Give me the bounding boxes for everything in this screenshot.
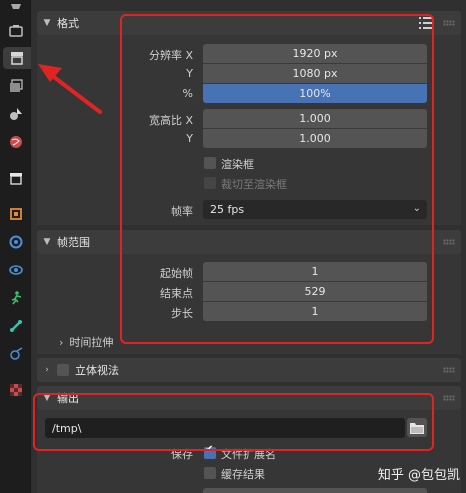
format-panel-title: 格式	[57, 17, 79, 30]
render-region-label: 渲染框	[221, 158, 254, 171]
tool-icon	[11, 4, 21, 9]
tab-view-layer[interactable]	[3, 75, 29, 97]
resolution-x-field[interactable]: 1920 px	[203, 44, 427, 63]
frame-step-label: 步长	[171, 307, 193, 320]
crop-region-checkbox	[204, 177, 216, 189]
frame-rate-label: 帧率	[171, 205, 193, 218]
tab-output[interactable]	[3, 47, 31, 69]
stereoscopy-panel-title: 立体视法	[75, 364, 119, 377]
drag-grip-icon[interactable]	[443, 20, 455, 26]
frame-range-panel-header[interactable]: ▼ 帧范围	[37, 230, 461, 254]
resolution-percent-slider[interactable]: 100%	[203, 83, 427, 103]
drag-grip-icon[interactable]	[443, 367, 455, 373]
stereoscopy-checkbox[interactable]	[57, 364, 69, 376]
chevron-down-icon: ⌄	[412, 203, 421, 214]
tab-world[interactable]	[3, 131, 29, 153]
frame-start-field[interactable]: 1	[203, 262, 427, 281]
browse-folder-button[interactable]	[407, 418, 427, 437]
resolution-x-label: 分辨率 X	[148, 49, 193, 62]
watermark: 知乎 @包包凯	[377, 468, 460, 483]
output-icon	[11, 52, 23, 65]
tab-render[interactable]	[3, 20, 29, 42]
resolution-y-field[interactable]: 1080 px	[203, 63, 427, 83]
world-icon	[10, 136, 22, 148]
cache-result-checkbox[interactable]	[204, 467, 216, 479]
file-extensions-checkbox[interactable]	[204, 444, 216, 459]
tab-physics[interactable]	[3, 287, 29, 309]
resolution-percent-label: %	[182, 87, 193, 100]
constraints-icon	[10, 320, 22, 332]
tab-modifier[interactable]	[3, 231, 29, 253]
scene-icon	[10, 108, 22, 120]
color-management-row[interactable]	[203, 488, 427, 493]
cache-result-label: 缓存结果	[221, 468, 265, 481]
properties-tab-bar	[0, 0, 31, 493]
tab-object[interactable]	[3, 203, 29, 225]
chevron-right-icon: ›	[59, 335, 64, 349]
tab-data[interactable]	[3, 343, 29, 365]
chevron-down-icon: ▼	[43, 393, 51, 403]
tab-tool[interactable]	[3, 0, 29, 22]
collection-icon	[10, 173, 22, 185]
view-layer-icon	[10, 79, 23, 92]
tab-texture[interactable]	[3, 379, 29, 401]
time-stretch-subpanel-header[interactable]: › 时间拉伸	[59, 334, 113, 350]
frame-range-panel-title: 帧范围	[57, 236, 90, 249]
properties-editor: ▼ 格式 分辨率 X 1920 px Y 1080 px % 100% 宽高比 …	[31, 0, 466, 493]
folder-icon	[410, 422, 424, 434]
output-panel-title: 输出	[57, 392, 79, 405]
particles-icon	[9, 265, 23, 275]
tab-particles[interactable]	[3, 259, 29, 281]
aspect-y-field[interactable]: 1.000	[203, 128, 427, 148]
output-path-input[interactable]: /tmp\	[45, 418, 405, 438]
presets-list-icon[interactable]	[419, 16, 433, 30]
render-region-checkbox[interactable]	[204, 157, 216, 169]
render-icon	[9, 25, 23, 37]
frame-rate-value: 25 fps	[210, 203, 245, 216]
aspect-x-label: 宽高比 X	[148, 114, 193, 127]
save-label: 保存	[171, 448, 193, 461]
crop-region-label: 裁切至渲染框	[221, 178, 287, 191]
frame-start-label: 起始帧	[160, 267, 193, 280]
aspect-y-label: Y	[186, 132, 193, 145]
chevron-down-icon: ▼	[43, 237, 51, 247]
time-stretch-title: 时间拉伸	[69, 336, 114, 349]
drag-grip-icon[interactable]	[443, 239, 455, 245]
texture-icon	[10, 384, 22, 396]
aspect-x-field[interactable]: 1.000	[203, 109, 427, 128]
format-panel-header[interactable]: ▼ 格式	[37, 11, 461, 35]
stereoscopy-panel-header[interactable]: › 立体视法	[37, 358, 461, 382]
modifier-icon	[9, 235, 23, 249]
data-icon	[10, 347, 23, 360]
drag-grip-icon[interactable]	[443, 395, 455, 401]
resolution-y-label: Y	[186, 67, 193, 80]
frame-step-field[interactable]: 1	[203, 301, 427, 321]
tab-constraints[interactable]	[3, 315, 29, 337]
file-extensions-label: 文件扩展名	[221, 448, 276, 461]
tab-collection[interactable]	[3, 167, 29, 189]
frame-rate-dropdown[interactable]: 25 fps ⌄	[203, 200, 427, 219]
frame-end-label: 结束点	[160, 287, 193, 300]
chevron-down-icon: ▼	[43, 18, 51, 28]
output-panel-header[interactable]: ▼ 输出	[37, 386, 461, 410]
physics-icon	[11, 291, 22, 305]
frame-end-field[interactable]: 529	[203, 281, 427, 301]
object-icon	[10, 208, 22, 220]
tab-scene[interactable]	[3, 103, 29, 125]
chevron-right-icon: ›	[45, 365, 49, 375]
